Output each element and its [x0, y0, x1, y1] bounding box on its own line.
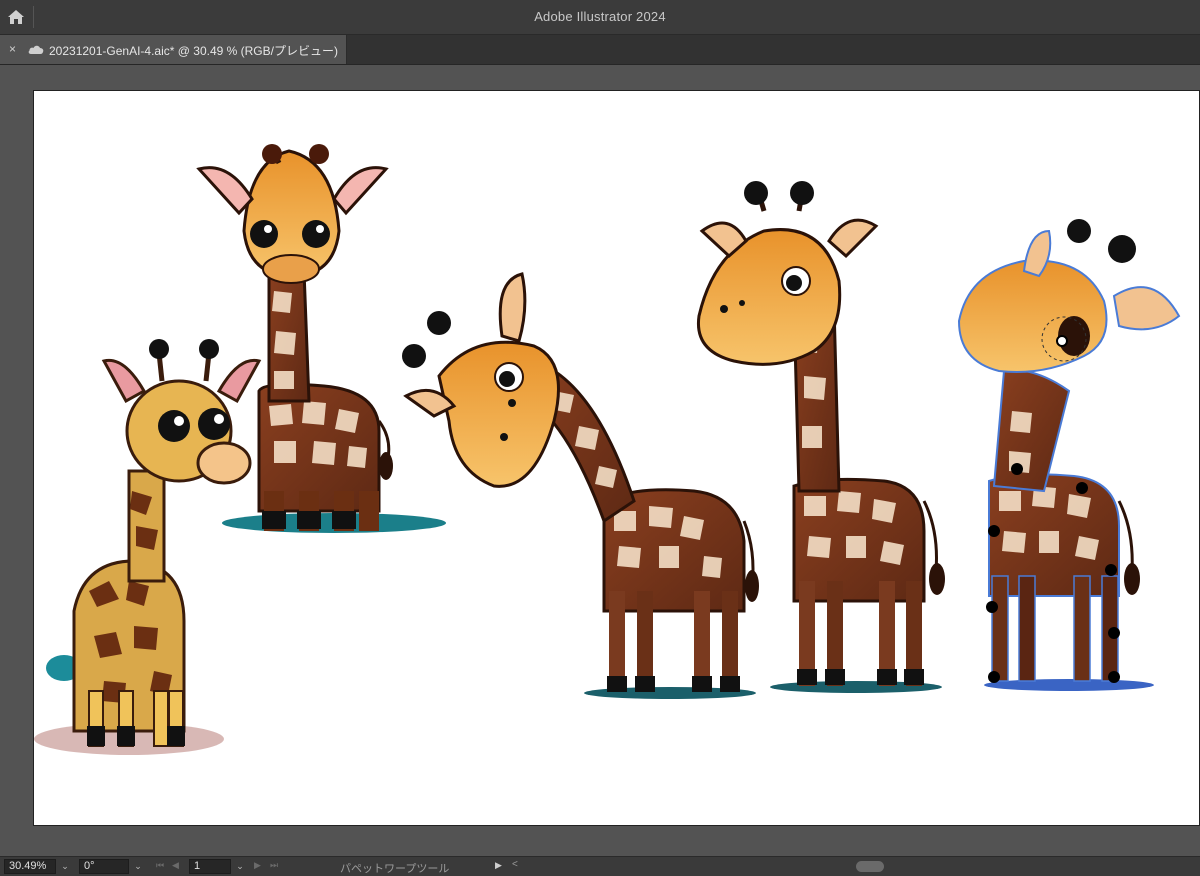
title-bar: Adobe Illustrator 2024: [0, 0, 1200, 35]
artboard[interactable]: [33, 90, 1200, 826]
previous-artboard-icon[interactable]: ◀: [172, 860, 179, 871]
first-artboard-icon[interactable]: ⏮: [156, 860, 164, 871]
document-tab-bar: × 20231201-GenAI-4.aic* @ 30.49 % (RGB/プ…: [0, 35, 1200, 65]
zoom-dropdown-icon[interactable]: ⌄: [58, 859, 72, 874]
rotation-dropdown-icon[interactable]: ⌄: [131, 859, 145, 874]
tab-close-button[interactable]: ×: [9, 42, 16, 56]
horizontal-scrollbar-thumb[interactable]: [856, 861, 884, 872]
app-title: Adobe Illustrator 2024: [534, 9, 666, 24]
status-menu-play-icon[interactable]: ▶: [495, 860, 502, 871]
next-artboard-icon[interactable]: ▶: [254, 860, 261, 871]
document-tab-label: 20231201-GenAI-4.aic* @ 30.49 % (RGB/プレビ…: [49, 44, 338, 58]
artboard-dropdown-icon[interactable]: ⌄: [233, 859, 247, 874]
status-bar: 30.49% ⌄ 0° ⌄ ⏮ ◀ 1 ⌄ ▶ ⏭ パペットワープツール ▶ <: [0, 856, 1200, 876]
artwork-canvas[interactable]: [34, 91, 1200, 827]
zoom-field[interactable]: 30.49%: [4, 859, 56, 874]
document-tab[interactable]: × 20231201-GenAI-4.aic* @ 30.49 % (RGB/プ…: [0, 35, 347, 64]
giraffe-puppet-warp-selected[interactable]: [957, 219, 1181, 691]
giraffe-baby-front[interactable]: [34, 339, 262, 755]
scroll-left-icon[interactable]: <: [512, 859, 518, 870]
artboard-number-field[interactable]: 1: [189, 859, 231, 874]
current-tool-label[interactable]: パペットワープツール: [340, 860, 449, 876]
last-artboard-icon[interactable]: ⏭: [270, 860, 278, 871]
cloud-icon: [28, 45, 44, 54]
rotation-field[interactable]: 0°: [79, 859, 129, 874]
